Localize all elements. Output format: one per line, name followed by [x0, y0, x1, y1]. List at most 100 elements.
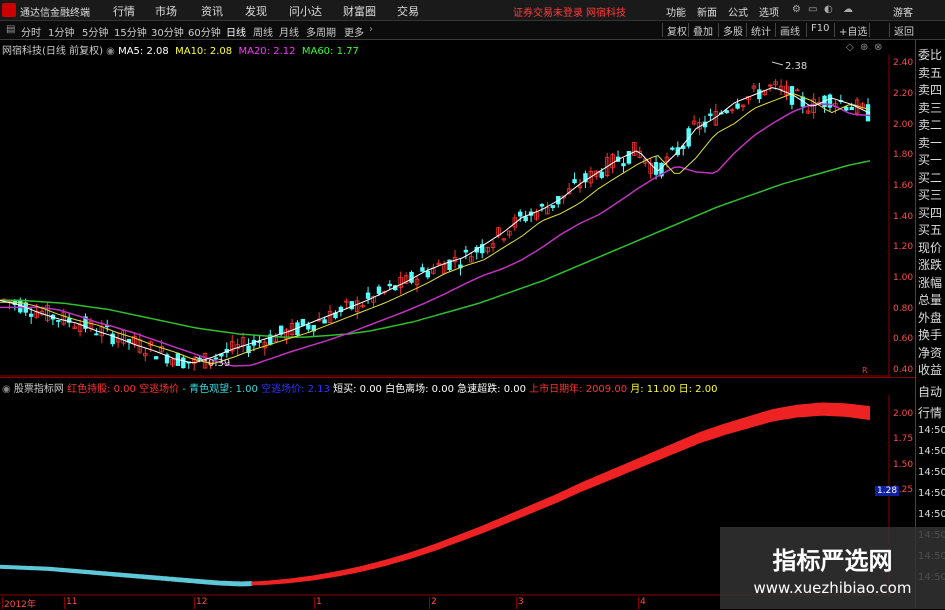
- menu-options[interactable]: 选项: [759, 4, 779, 19]
- adjust-button[interactable]: 复权: [662, 23, 687, 38]
- menu-discover[interactable]: 发现: [245, 3, 267, 19]
- indicator-tick: 2.00: [893, 409, 914, 420]
- low-price-label: 0.39: [208, 358, 230, 369]
- overlay-button[interactable]: 叠加: [688, 23, 713, 38]
- indicator-legend: ◉ 股票指标网 红色持股: 0.00 空逃场价 - 青色观望: 1.00 空逃场…: [2, 380, 717, 395]
- candlestick-chart[interactable]: 2.38 0.39 R: [0, 55, 890, 377]
- candle: [621, 163, 626, 167]
- period-weekly[interactable]: 周线: [253, 24, 273, 39]
- candle: [518, 211, 523, 217]
- candle: [56, 320, 61, 322]
- menu-trade[interactable]: 交易: [397, 3, 419, 19]
- stock-title: 网宿科技: [586, 8, 626, 19]
- period-5min[interactable]: 5分钟: [82, 24, 108, 39]
- period-more[interactable]: 更多: [344, 24, 364, 39]
- indicator-tick: 1.50: [893, 459, 914, 470]
- candle: [708, 113, 713, 116]
- candle: [572, 179, 577, 184]
- date-tick-mark: [516, 597, 517, 609]
- ind-red-hold: 红色持股: 0.00: [67, 384, 136, 395]
- multi-stock-button[interactable]: 多股: [718, 23, 743, 38]
- period-1min[interactable]: 1分钟: [48, 24, 74, 39]
- menu-new-page[interactable]: 新面: [697, 4, 717, 19]
- quote-field-label: 涨跌: [918, 258, 943, 272]
- period-toolbar: ▤ 分时 1分钟 5分钟 15分钟 30分钟 60分钟 日线 周线 月线 多周期…: [0, 21, 945, 40]
- ind-white-exit: 白色离场: 0.00: [385, 384, 454, 395]
- current-value-badge: 1.28: [875, 486, 900, 496]
- quote-field-label: 卖二: [918, 118, 943, 132]
- menu-wealth[interactable]: 财富圈: [343, 3, 376, 19]
- candle: [322, 319, 327, 324]
- gear-icon[interactable]: ⚙: [792, 4, 801, 15]
- period-15min[interactable]: 15分钟: [114, 24, 147, 39]
- candle: [376, 286, 382, 294]
- quote-field-label: 买一: [918, 153, 943, 167]
- candle: [153, 356, 159, 360]
- candle: [550, 205, 556, 208]
- pin-icon[interactable]: ▤: [6, 24, 15, 35]
- skin-icon[interactable]: ◐: [824, 4, 833, 15]
- close-icon[interactable]: ⊗: [874, 42, 882, 53]
- quote-field-label: 买三: [918, 188, 943, 202]
- guest-label[interactable]: 游客: [893, 4, 913, 19]
- candle: [523, 216, 528, 222]
- quote-field-label: 现价: [918, 240, 943, 255]
- date-tick-mark: [429, 597, 430, 609]
- quote-panel[interactable]: 委比 卖五 卖四 卖三 卖二 卖一 买一 买二 买三 买四 买五 现价 涨跌 涨幅 总量 外盘 换手 净资 收益 自动…: [915, 40, 945, 609]
- period-daily[interactable]: 日线: [226, 24, 246, 39]
- app-title: 通达信金融终端: [20, 8, 90, 19]
- date-tick: 12: [196, 597, 208, 607]
- quote-field-label: 卖三: [918, 100, 943, 115]
- date-tick: 4: [640, 597, 646, 607]
- cloud-icon[interactable]: ☁: [843, 4, 853, 15]
- minimize-icon[interactable]: ▭: [808, 4, 817, 15]
- chevron-right-icon[interactable]: ›: [369, 24, 373, 35]
- watchlist-add-button[interactable]: +自选: [834, 23, 871, 38]
- menu-market[interactable]: 市场: [155, 3, 177, 19]
- menu-function[interactable]: 功能: [666, 4, 686, 19]
- expand-icon[interactable]: ⊕: [860, 42, 868, 53]
- menu-bar: 通达信金融终端 行情 市场 资讯 发现 问小达 财富圈 交易 证券交易未登录 网…: [0, 0, 945, 21]
- indicator-settings-icon[interactable]: ◉: [2, 384, 14, 395]
- quote-field-label: 卖一: [918, 135, 943, 150]
- quote-field-label: 卖四: [918, 83, 943, 97]
- menu-formula[interactable]: 公式: [728, 4, 748, 19]
- restore-marker: R: [862, 366, 868, 375]
- candle: [724, 110, 729, 114]
- candle: [28, 313, 34, 317]
- back-button[interactable]: 返回: [889, 23, 914, 38]
- stats-button[interactable]: 统计: [746, 23, 771, 38]
- candle: [670, 147, 675, 150]
- candle: [409, 271, 414, 283]
- diamond-icon[interactable]: ◇: [846, 42, 854, 53]
- price-tick: 2.00: [893, 119, 914, 130]
- quote-field-label: 卖五: [918, 65, 943, 80]
- period-intraday[interactable]: 分时: [21, 24, 41, 39]
- tick-time-label: 自动: [918, 385, 943, 399]
- tick-time-label: 14:50: [918, 509, 945, 520]
- quote-field-label: 收益: [918, 363, 943, 377]
- login-warning[interactable]: 证券交易未登录: [513, 4, 583, 19]
- ma60-line: [0, 160, 871, 338]
- period-multi[interactable]: 多周期: [306, 24, 336, 39]
- period-60min[interactable]: 60分钟: [188, 24, 221, 39]
- ind-escape-price-value: 空逃场价: 2.13: [261, 384, 330, 395]
- tick-time-label: 14:50: [918, 467, 945, 478]
- date-tick: 3: [518, 597, 524, 607]
- period-monthly[interactable]: 月线: [279, 24, 299, 39]
- period-30min[interactable]: 30分钟: [151, 24, 184, 39]
- menu-quotes[interactable]: 行情: [113, 3, 135, 19]
- date-tick: 1: [316, 597, 322, 607]
- f10-button[interactable]: F10: [806, 23, 829, 37]
- tick-time-label: 行情: [918, 406, 943, 420]
- date-tick: 11: [66, 597, 78, 607]
- quote-field-label: 买四: [918, 205, 943, 220]
- draw-button[interactable]: 画线: [775, 23, 800, 38]
- candle: [539, 204, 545, 207]
- menu-news[interactable]: 资讯: [201, 3, 223, 19]
- candle: [599, 171, 604, 178]
- candle: [844, 106, 849, 111]
- candle: [300, 319, 306, 326]
- menu-assistant[interactable]: 问小达: [289, 3, 322, 19]
- quote-field-label: 委比: [918, 48, 943, 62]
